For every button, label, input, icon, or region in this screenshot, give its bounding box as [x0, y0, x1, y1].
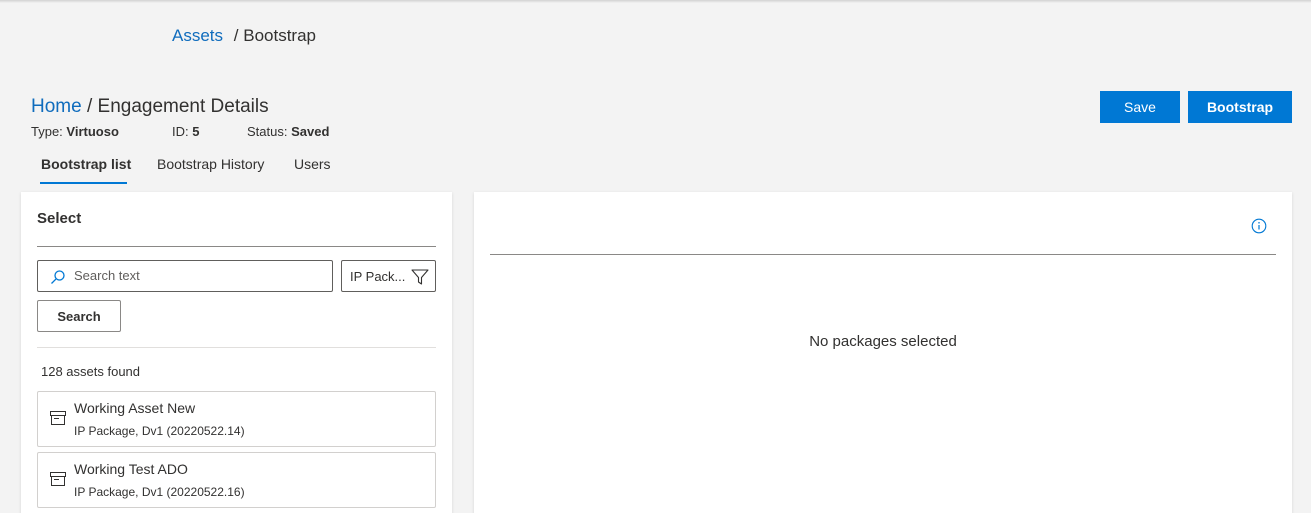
select-divider: [37, 246, 436, 247]
empty-state-text: No packages selected: [809, 333, 957, 350]
select-panel: Select Search text IP Pack... Search 128…: [21, 192, 452, 513]
asset-detail: IP Package, Dv1 (20220522.14): [74, 424, 245, 438]
search-button[interactable]: Search: [37, 300, 121, 332]
select-panel-title: Select: [37, 210, 82, 227]
meta-id-value: 5: [192, 124, 200, 139]
asset-name: Working Test ADO: [74, 461, 188, 477]
meta-type-value: Virtuoso: [66, 124, 119, 139]
filter-value: IP Pack...: [350, 269, 406, 284]
packages-divider: [490, 254, 1276, 255]
package-icon: [50, 411, 66, 425]
results-count: 128 assets found: [41, 364, 141, 379]
top-bar-shadow: [0, 0, 1311, 3]
tab-users[interactable]: Users: [294, 156, 331, 172]
meta-type: Type: Virtuoso: [31, 124, 119, 139]
search-input[interactable]: Search text: [37, 260, 333, 292]
active-tab-indicator: [40, 182, 127, 184]
search-icon: [51, 270, 65, 284]
meta-status-label: Status:: [247, 124, 288, 139]
page-title-text: / Engagement Details: [86, 96, 269, 117]
meta-type-label: Type:: [31, 124, 63, 139]
bootstrap-button[interactable]: Bootstrap: [1188, 91, 1292, 123]
home-link[interactable]: Home: [31, 96, 82, 117]
filter-icon: [411, 269, 429, 285]
page-title: Home / Engagement Details: [31, 96, 269, 118]
breadcrumb-current: Bootstrap: [243, 26, 316, 45]
meta-id: ID: 5: [172, 124, 199, 139]
asset-list-item[interactable]: Working Test ADO IP Package, Dv1 (202205…: [37, 452, 436, 508]
asset-list-item[interactable]: Working Asset New IP Package, Dv1 (20220…: [37, 391, 436, 447]
meta-status-value: Saved: [291, 124, 330, 139]
info-icon[interactable]: [1251, 218, 1267, 234]
type-filter-dropdown[interactable]: IP Pack...: [341, 260, 436, 292]
tab-bootstrap-history[interactable]: Bootstrap History: [157, 156, 264, 172]
results-divider: [37, 347, 436, 348]
selected-packages-panel: No packages selected: [474, 192, 1292, 513]
package-icon: [50, 472, 66, 486]
meta-id-label: ID:: [172, 124, 189, 139]
asset-detail: IP Package, Dv1 (20220522.16): [74, 485, 245, 499]
breadcrumb-assets-link[interactable]: Assets: [172, 26, 223, 45]
breadcrumb-separator: /: [233, 26, 239, 45]
save-button[interactable]: Save: [1100, 91, 1180, 123]
meta-status: Status: Saved: [247, 124, 329, 139]
search-placeholder: Search text: [74, 268, 140, 283]
asset-name: Working Asset New: [74, 400, 196, 416]
breadcrumb: Assets / Bootstrap: [172, 26, 316, 46]
tab-bootstrap-list[interactable]: Bootstrap list: [41, 156, 131, 172]
